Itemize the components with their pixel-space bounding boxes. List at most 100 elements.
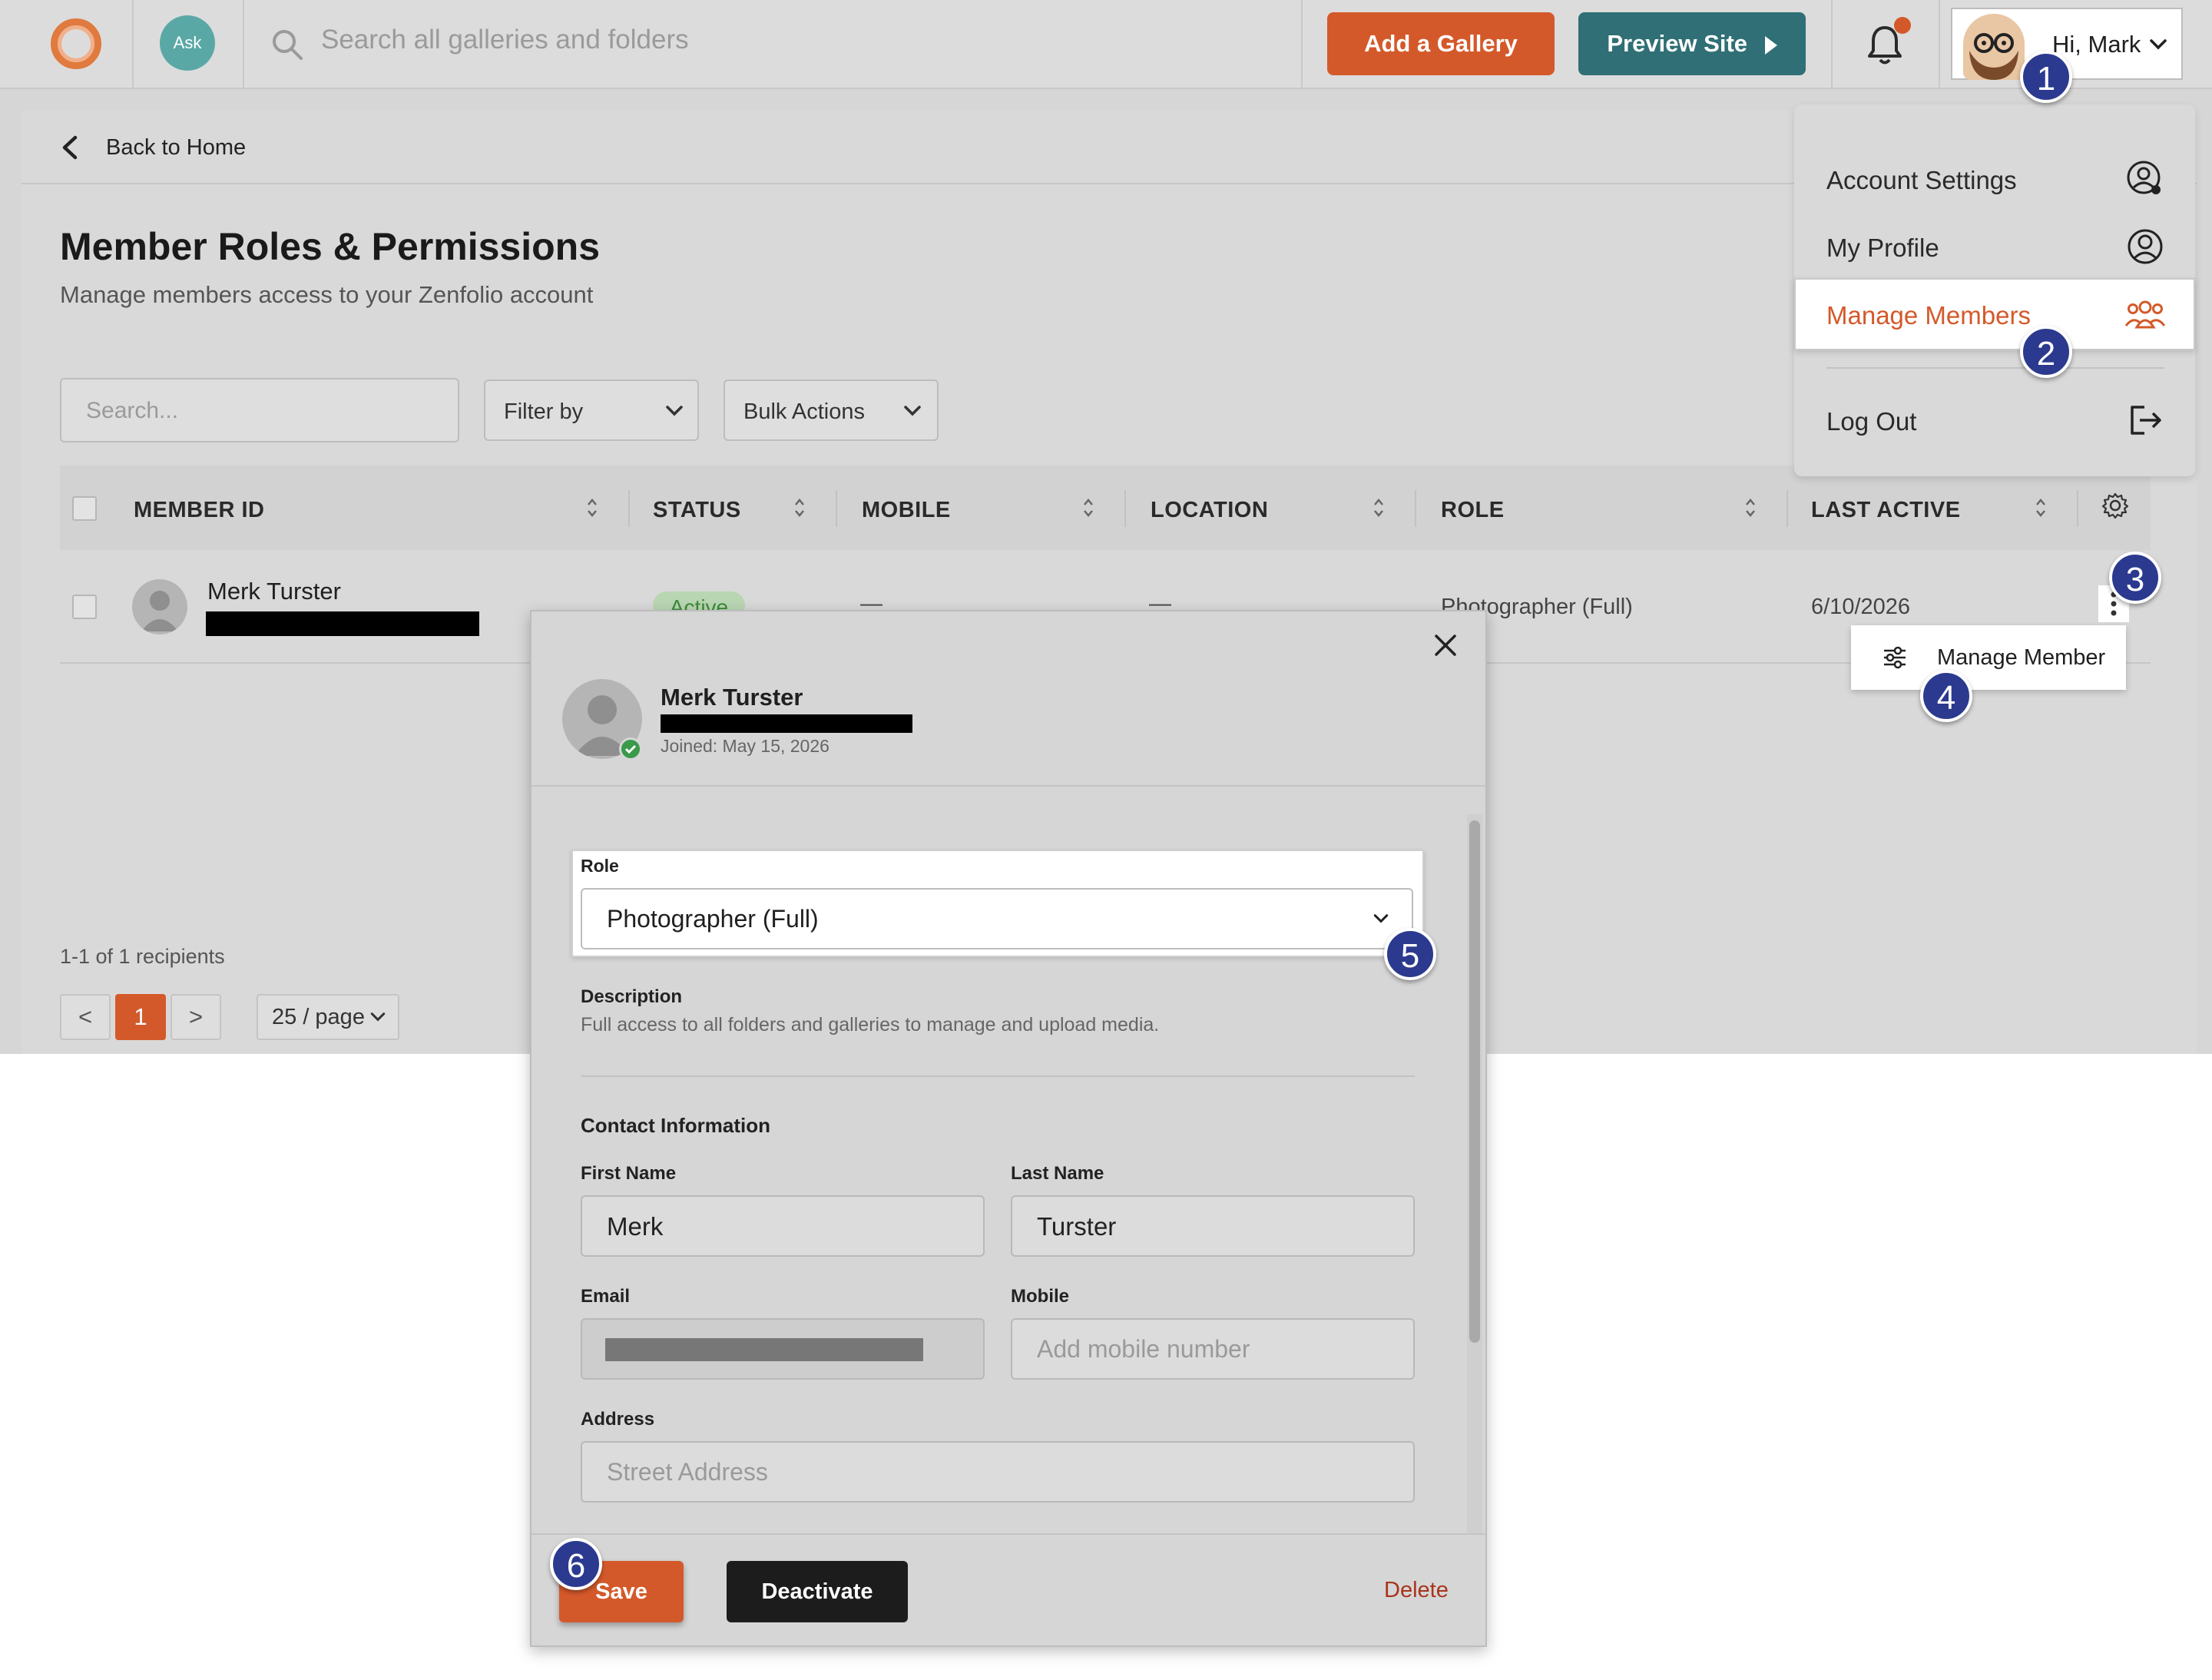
column-divider <box>1786 490 1788 527</box>
global-search-input[interactable]: Search all galleries and folders <box>321 25 689 55</box>
divider <box>132 0 134 89</box>
divider <box>1939 0 1940 89</box>
member-search-placeholder: Search... <box>86 398 179 423</box>
column-divider <box>1415 490 1416 527</box>
column-divider <box>1124 490 1126 527</box>
preview-site-label: Preview Site <box>1607 30 1748 57</box>
modal-member-name: Merk Turster <box>661 684 803 711</box>
redacted-email <box>206 611 479 636</box>
description-label: Description <box>581 986 683 1007</box>
menu-divider <box>1826 367 2164 369</box>
role-label: Role <box>581 856 619 876</box>
chevron-down-icon <box>666 406 683 416</box>
email-label: Email <box>581 1286 631 1307</box>
preview-site-button[interactable]: Preview Site <box>1578 12 1806 75</box>
row-checkbox[interactable] <box>72 595 97 619</box>
column-header-last-active[interactable]: LAST ACTIVE <box>1811 498 1961 523</box>
contact-info-heading: Contact Information <box>581 1114 770 1137</box>
member-avatar <box>132 579 187 635</box>
column-header-mobile[interactable]: MOBILE <box>862 498 951 523</box>
chevron-down-icon <box>2150 39 2167 50</box>
last-active-cell: 6/10/2026 <box>1811 595 1911 619</box>
last-name-label: Last Name <box>1011 1163 1104 1184</box>
last-name-value: Turster <box>1037 1212 1117 1241</box>
divider <box>243 0 244 89</box>
modal-header-divider <box>531 785 1485 787</box>
column-divider <box>2077 490 2078 527</box>
members-group-icon <box>2124 300 2166 329</box>
verified-check-icon <box>619 737 642 760</box>
select-all-checkbox[interactable] <box>72 496 97 521</box>
step-badge-1: 1 <box>2020 51 2072 103</box>
prev-page-button[interactable]: < <box>60 994 111 1040</box>
divider <box>1831 0 1833 89</box>
sliders-icon <box>1884 646 1906 669</box>
column-divider <box>836 490 837 527</box>
address-label: Address <box>581 1409 655 1430</box>
notification-dot <box>1894 17 1911 34</box>
menu-item-account-settings[interactable]: Account Settings <box>1826 166 2017 195</box>
mobile-label: Mobile <box>1011 1286 1069 1307</box>
gear-icon[interactable] <box>2101 492 2129 519</box>
redacted-email-value <box>605 1338 923 1361</box>
column-header-location[interactable]: LOCATION <box>1151 498 1268 523</box>
sort-icon[interactable] <box>1372 496 1386 519</box>
section-divider <box>581 1075 1415 1077</box>
chevron-down-icon <box>904 406 921 416</box>
step-badge-6: 6 <box>550 1538 602 1590</box>
column-header-member-id[interactable]: MEMBER ID <box>134 498 264 523</box>
chevron-down-icon <box>370 1012 386 1022</box>
first-name-label: First Name <box>581 1163 677 1184</box>
column-header-status[interactable]: STATUS <box>653 498 741 523</box>
page-title: Member Roles & Permissions <box>60 225 601 268</box>
sort-icon[interactable] <box>2034 496 2048 519</box>
sort-icon[interactable] <box>1081 496 1095 519</box>
profile-icon <box>2128 229 2163 264</box>
sort-icon[interactable] <box>585 496 599 519</box>
chevron-down-icon <box>1373 914 1389 923</box>
joined-date: Joined: May 15, 2026 <box>661 736 830 756</box>
back-to-home-link[interactable]: Back to Home <box>106 135 246 161</box>
modal-scrollbar-thumb[interactable] <box>1469 820 1480 1343</box>
role-description: Full access to all folders and galleries… <box>581 1014 1160 1036</box>
page-subtitle: Manage members access to your Zenfolio a… <box>60 281 594 308</box>
account-settings-icon <box>2127 161 2161 194</box>
column-divider <box>628 490 630 527</box>
member-name[interactable]: Merk Turster <box>207 578 341 605</box>
search-icon <box>273 30 303 60</box>
menu-item-manage-members[interactable]: Manage Members <box>1826 301 2031 330</box>
step-badge-5: 5 <box>1384 928 1436 980</box>
divider <box>1301 0 1303 89</box>
play-icon <box>1764 35 1777 55</box>
mobile-placeholder: Add mobile number <box>1037 1335 1250 1363</box>
bulk-actions-label: Bulk Actions <box>743 399 865 424</box>
step-badge-3: 3 <box>2109 552 2161 604</box>
manage-member-label: Manage Member <box>1937 645 2106 670</box>
delete-button[interactable]: Delete <box>1384 1578 1449 1603</box>
first-name-value: Merk <box>607 1212 664 1241</box>
next-page-button[interactable]: > <box>171 994 221 1040</box>
street-address-placeholder: Street Address <box>607 1458 768 1486</box>
user-avatar <box>1963 14 2025 80</box>
close-icon[interactable] <box>1433 633 1458 658</box>
page-1-button[interactable]: 1 <box>115 994 166 1040</box>
ask-assistant-icon[interactable]: Ask <box>160 15 215 71</box>
zenfolio-logo[interactable] <box>51 18 101 69</box>
menu-item-log-out[interactable]: Log Out <box>1826 407 1916 436</box>
chevron-left-icon[interactable] <box>60 135 80 160</box>
user-greeting: Hi, Mark <box>2052 31 2141 58</box>
manage-member-menu-item[interactable]: Manage Member <box>1851 625 2126 690</box>
sort-icon[interactable] <box>793 496 806 519</box>
filter-by-label: Filter by <box>504 399 584 424</box>
step-badge-4: 4 <box>1920 670 1972 722</box>
menu-item-my-profile[interactable]: My Profile <box>1826 234 1939 263</box>
column-header-role[interactable]: ROLE <box>1441 498 1505 523</box>
step-badge-2: 2 <box>2020 326 2072 378</box>
redacted-email <box>661 714 912 733</box>
add-gallery-button[interactable]: Add a Gallery <box>1327 12 1555 75</box>
pagination-summary: 1-1 of 1 recipients <box>60 945 225 968</box>
deactivate-button[interactable]: Deactivate <box>727 1561 908 1622</box>
log-out-icon <box>2131 406 2161 435</box>
role-select-value: Photographer (Full) <box>607 905 819 933</box>
sort-icon[interactable] <box>1743 496 1757 519</box>
